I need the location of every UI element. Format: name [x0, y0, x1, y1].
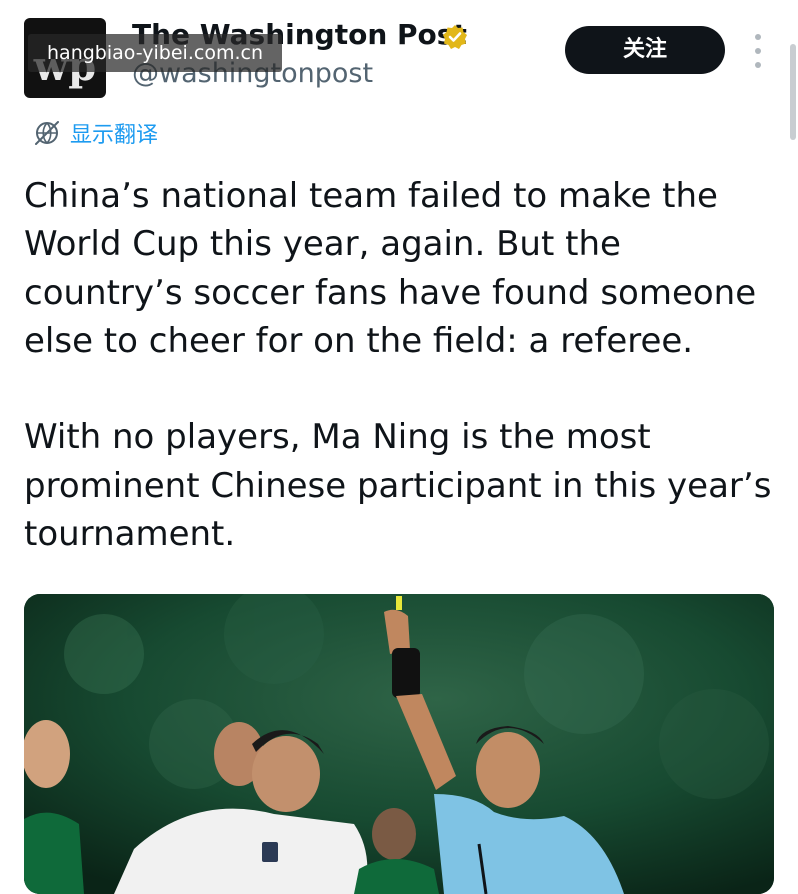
tweet-text: China’s national team failed to make the… — [24, 176, 772, 555]
follow-button[interactable]: 关注 — [565, 26, 725, 74]
verified-badge-icon — [443, 25, 467, 49]
referee-photo — [24, 594, 774, 894]
tweet-photo[interactable] — [24, 594, 774, 894]
site-watermark: hangbiao-yibei.com.cn — [28, 34, 282, 72]
show-translation-link[interactable]: 显示翻译 — [32, 116, 158, 150]
more-options-icon[interactable] — [748, 34, 768, 68]
translate-label: 显示翻译 — [70, 123, 159, 148]
tweet-header: wp The Washington Post @washingtonpost h… — [0, 0, 798, 140]
translate-globe-icon — [35, 121, 59, 145]
scrollbar[interactable] — [790, 44, 796, 140]
